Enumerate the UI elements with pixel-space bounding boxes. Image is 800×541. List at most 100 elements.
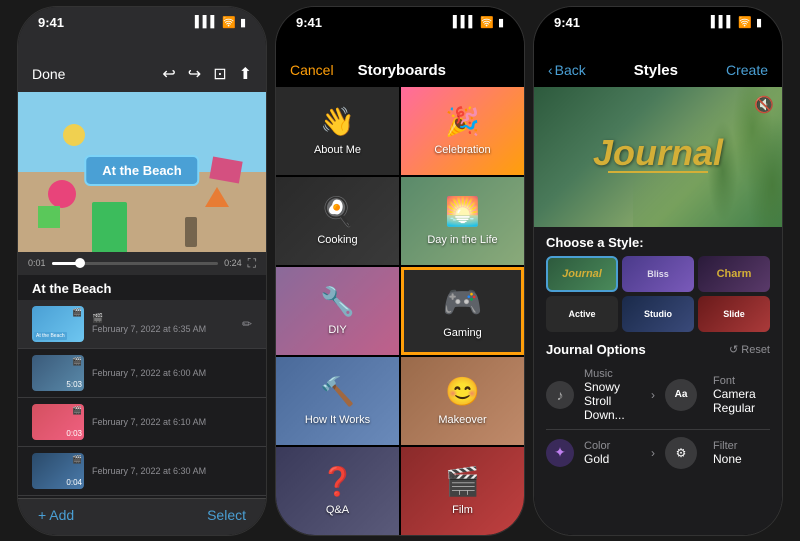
phone3-topbar: ‹ Back Styles Create <box>534 34 782 87</box>
create-button[interactable]: Create <box>726 62 768 78</box>
timeline-dot <box>75 258 85 268</box>
style-slide[interactable]: Slide <box>698 296 770 332</box>
beach-greenl <box>92 202 127 252</box>
daylife-icon: 🌅 <box>445 195 480 228</box>
color-title: Color <box>584 440 641 452</box>
clip-item-4[interactable]: 🎬 0:04 February 7, 2022 at 6:30 AM <box>18 447 266 496</box>
clip-item-3[interactable]: 🎬 0:03 February 7, 2022 at 6:10 AM <box>18 398 266 447</box>
battery-icon-2: ▮ <box>498 16 504 29</box>
daylife-label: Day in the Life <box>427 234 497 246</box>
camera-icon-2: 🎬 <box>72 357 82 366</box>
phones-container: 9:41 ▌▌▌ 🛜 ▮ Done ↩ ↪ ⊡ ⬆ <box>17 0 783 541</box>
cooking-label: Cooking <box>317 234 357 246</box>
clip-item-2[interactable]: 🎬 5:03 February 7, 2022 at 6:00 AM <box>18 349 266 398</box>
about-me-icon: 👋 <box>320 105 355 138</box>
wifi-icon-3: 🛜 <box>738 16 752 29</box>
sb-item-daylife[interactable]: 🌅 Day in the Life <box>401 177 524 265</box>
battery-icon-3: ▮ <box>756 16 762 29</box>
sb-item-film[interactable]: 🎬 Film <box>401 447 524 535</box>
clip-edit-icon-1[interactable]: ✏ <box>242 317 252 331</box>
style-active-label: Active <box>568 309 595 319</box>
style-bliss-label: Bliss <box>647 269 669 279</box>
makeover-label: Makeover <box>438 414 486 426</box>
journal-preview: Journal 🔇 <box>534 87 782 227</box>
phone-3: 9:41 ▌▌▌ 🛜 ▮ ‹ Back Styles Create <box>533 6 783 536</box>
undo-icon[interactable]: ↩ <box>162 64 175 84</box>
sb-item-makeover[interactable]: 😊 Makeover <box>401 357 524 445</box>
sb-item-qa[interactable]: ❓ Q&A <box>276 447 399 535</box>
film-icon: 🎬 <box>445 465 480 498</box>
status-time-2: 9:41 <box>296 15 322 30</box>
clip-info-4: February 7, 2022 at 6:30 AM <box>92 466 252 476</box>
filter-icon: ⚙ <box>665 437 697 469</box>
redo-icon[interactable]: ↪ <box>188 64 201 84</box>
sb-item-howitworks[interactable]: 🔨 How It Works <box>276 357 399 445</box>
color-chevron: › <box>651 446 655 460</box>
music-value: Snowy Stroll Down... <box>584 380 641 422</box>
video-controls: 0:01 0:24 ⛶ <box>18 252 266 275</box>
beach-circle <box>48 180 76 208</box>
status-time-3: 9:41 <box>554 15 580 30</box>
music-title: Music <box>584 368 641 380</box>
wifi-icon-2: 🛜 <box>480 16 494 29</box>
sb-item-cooking[interactable]: 🍳 Cooking <box>276 177 399 265</box>
status-bar-2: 9:41 ▌▌▌ 🛜 ▮ <box>276 7 524 34</box>
battery-icon-1: ▮ <box>240 16 246 29</box>
journal-options-header: Journal Options ↺ Reset <box>546 342 770 357</box>
diy-icon: 🔧 <box>320 285 355 318</box>
timeline-bar[interactable] <box>52 262 219 265</box>
style-journal[interactable]: Journal <box>546 256 618 292</box>
style-active[interactable]: Active <box>546 296 618 332</box>
clip-date-1: February 7, 2022 at 6:35 AM <box>92 324 234 334</box>
share-icon[interactable]: ⬆ <box>239 64 252 84</box>
format-icon[interactable]: ⊡ <box>213 64 226 84</box>
phone1-topbar: Done ↩ ↪ ⊡ ⬆ <box>18 34 266 92</box>
sb-item-gaming[interactable]: 🎮 Gaming <box>401 267 524 355</box>
phone2-content: 9:41 ▌▌▌ 🛜 ▮ Cancel Storyboards 👋 About … <box>276 7 524 535</box>
style-charm-label: Charm <box>717 268 752 280</box>
back-button[interactable]: ‹ Back <box>548 62 586 78</box>
style-studio-label: Studio <box>644 309 672 319</box>
time-end: 0:24 <box>224 258 242 268</box>
select-button[interactable]: Select <box>207 507 246 523</box>
video-preview: At the Beach <box>18 92 266 252</box>
reset-button[interactable]: ↺ Reset <box>729 343 770 356</box>
expand-icon[interactable]: ⛶ <box>248 256 256 271</box>
style-charm[interactable]: Charm <box>698 256 770 292</box>
status-icons-2: ▌▌▌ 🛜 ▮ <box>453 16 504 29</box>
done-button[interactable]: Done <box>32 66 65 82</box>
mute-icon[interactable]: 🔇 <box>754 95 774 115</box>
color-filter-option[interactable]: ✦ Color Gold › ⚙ Filter None <box>546 430 770 476</box>
chevron-left-icon: ‹ <box>548 62 553 78</box>
color-icon: ✦ <box>546 439 574 467</box>
topbar-icons: ↩ ↪ ⊡ ⬆ <box>162 64 252 84</box>
back-label: Back <box>555 62 586 78</box>
howitworks-label: How It Works <box>305 414 370 426</box>
journal-options: Journal Options ↺ Reset ♪ Music Snowy St… <box>534 336 782 482</box>
clip-date-2: February 7, 2022 at 6:00 AM <box>92 368 252 378</box>
style-bliss[interactable]: Bliss <box>622 256 694 292</box>
phone3-content: 9:41 ▌▌▌ 🛜 ▮ ‹ Back Styles Create <box>534 7 782 535</box>
gaming-icon: 🎮 <box>443 283 483 321</box>
clip-date-4: February 7, 2022 at 6:30 AM <box>92 466 252 476</box>
storyboards-title: Storyboards <box>358 62 446 79</box>
music-icon: ♪ <box>546 381 574 409</box>
sb-item-celebration[interactable]: 🎉 Celebration <box>401 87 524 175</box>
filter-info: Filter None <box>713 440 770 466</box>
clip-duration-3: 0:03 <box>66 429 82 438</box>
music-option[interactable]: ♪ Music Snowy Stroll Down... › Aa Font C… <box>546 361 770 430</box>
clip-thumb-1: 🎬 <box>32 306 84 342</box>
sb-item-about-me[interactable]: 👋 About Me <box>276 87 399 175</box>
time-start: 0:01 <box>28 258 46 268</box>
clip-item-1[interactable]: 🎬 🎬 February 7, 2022 at 6:35 AM ✏ <box>18 300 266 349</box>
cancel-button[interactable]: Cancel <box>290 62 334 78</box>
clip-date-3: February 7, 2022 at 6:10 AM <box>92 417 252 427</box>
qa-label: Q&A <box>326 504 349 516</box>
phone-1: 9:41 ▌▌▌ 🛜 ▮ Done ↩ ↪ ⊡ ⬆ <box>17 6 267 536</box>
timeline-progress <box>52 262 77 265</box>
sb-item-diy[interactable]: 🔧 DIY <box>276 267 399 355</box>
styles-title: Styles <box>634 62 678 79</box>
filter-title: Filter <box>713 440 770 452</box>
style-studio[interactable]: Studio <box>622 296 694 332</box>
add-button[interactable]: + Add <box>38 507 74 523</box>
